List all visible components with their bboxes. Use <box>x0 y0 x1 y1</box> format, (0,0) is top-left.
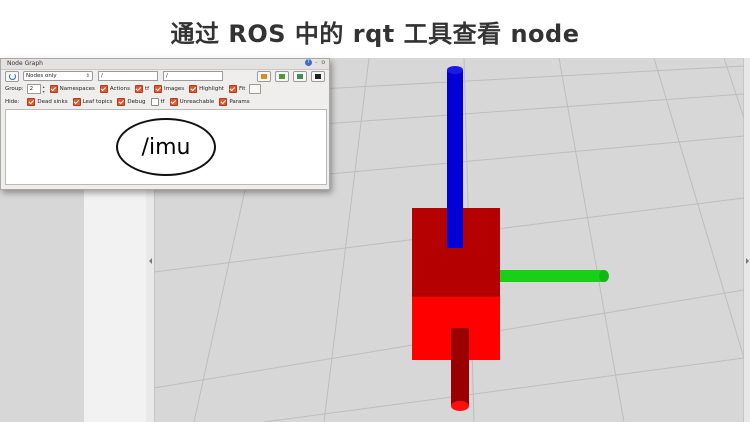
axis-y-blue <box>447 70 463 248</box>
window-control-buttons[interactable]: - o <box>315 59 326 66</box>
namespaces-checkbox[interactable] <box>49 85 58 93</box>
unreachable-checkbox[interactable] <box>169 98 178 106</box>
hide-label: Hide: <box>5 99 20 105</box>
namespace-filter-input[interactable]: / <box>98 71 158 81</box>
spin-arrows-icon[interactable]: ▴ ▾ <box>43 84 45 94</box>
dead-sinks-label: Dead sinks <box>37 99 68 105</box>
save-svg-button[interactable] <box>293 71 307 82</box>
splitter-left-arrow-icon[interactable] <box>149 258 152 264</box>
highlight-checkbox[interactable] <box>189 85 198 93</box>
leaf-topics-label: Leaf topics <box>82 99 113 105</box>
group-spinbox[interactable]: 2 ▴ ▾ <box>26 84 45 94</box>
window-title: Node Graph <box>7 60 43 67</box>
node-label: /imu <box>141 134 191 160</box>
load-dot-button[interactable] <box>257 71 271 82</box>
image-icon <box>315 74 321 79</box>
images-checkbox[interactable] <box>154 85 163 93</box>
window-controls[interactable]: ? - o <box>305 59 326 66</box>
fit-label: Fit <box>238 86 246 92</box>
folder-icon <box>261 74 267 79</box>
actions-label: Actions <box>109 86 130 92</box>
hide-options-row: Hide: Dead sinks Leaf topics Debug tf Un… <box>5 97 250 107</box>
refresh-graph-button[interactable] <box>5 70 19 82</box>
topic-filter-input[interactable]: / <box>163 71 223 81</box>
splitter-right-arrow-icon[interactable] <box>746 258 749 264</box>
save-image-button[interactable] <box>311 71 325 82</box>
graph-mode-value: Nodes only <box>26 73 57 79</box>
leaf-topics-checkbox[interactable] <box>72 98 81 106</box>
hide-tf-label: tf <box>160 99 165 105</box>
viewer-right-splitter[interactable] <box>743 58 750 422</box>
graph-mode-select[interactable]: Nodes only ⇕ <box>23 71 93 81</box>
group-options-row: Group: 2 ▴ ▾ Namespaces Actions tf Images… <box>5 84 262 94</box>
namespaces-label: Namespaces <box>59 86 95 92</box>
debug-checkbox[interactable] <box>117 98 126 106</box>
tf-label: tf <box>144 86 150 92</box>
save-image-icon <box>297 74 303 79</box>
dead-sinks-checkbox[interactable] <box>27 98 36 106</box>
graph-toolbar: Nodes only ⇕ / / <box>5 70 223 82</box>
fit-checkbox[interactable] <box>228 85 237 93</box>
hide-tf-checkbox[interactable] <box>150 98 159 106</box>
chevron-down-icon: ⇕ <box>85 73 90 79</box>
fit-in-view-button[interactable] <box>249 84 262 94</box>
params-checkbox[interactable] <box>219 98 228 106</box>
refresh-icon <box>8 72 16 80</box>
graph-file-toolbar <box>257 71 325 82</box>
highlight-label: Highlight <box>199 86 224 92</box>
rqt-node-graph-window[interactable]: Node Graph ? - o Nodes only ⇕ / / Group:… <box>0 58 330 190</box>
window-titlebar[interactable]: Node Graph ? - o <box>1 59 329 70</box>
graph-node[interactable]: /imu <box>116 118 216 176</box>
group-label: Group: <box>5 86 24 92</box>
axis-z-red <box>451 328 469 406</box>
save-icon <box>279 74 285 79</box>
graph-canvas[interactable]: /imu <box>5 109 327 185</box>
save-dot-button[interactable] <box>275 71 289 82</box>
slide-title: 通过 ROS 中的 rqt 工具查看 node <box>170 20 580 48</box>
group-value: 2 <box>29 86 34 92</box>
debug-label: Debug <box>127 99 146 105</box>
actions-checkbox[interactable] <box>99 85 108 93</box>
help-icon[interactable]: ? <box>305 59 313 66</box>
unreachable-label: Unreachable <box>179 99 215 105</box>
images-label: Images <box>164 86 185 92</box>
tf-checkbox[interactable] <box>134 85 143 93</box>
axis-x-green <box>500 270 604 282</box>
params-label: Params <box>229 99 250 105</box>
